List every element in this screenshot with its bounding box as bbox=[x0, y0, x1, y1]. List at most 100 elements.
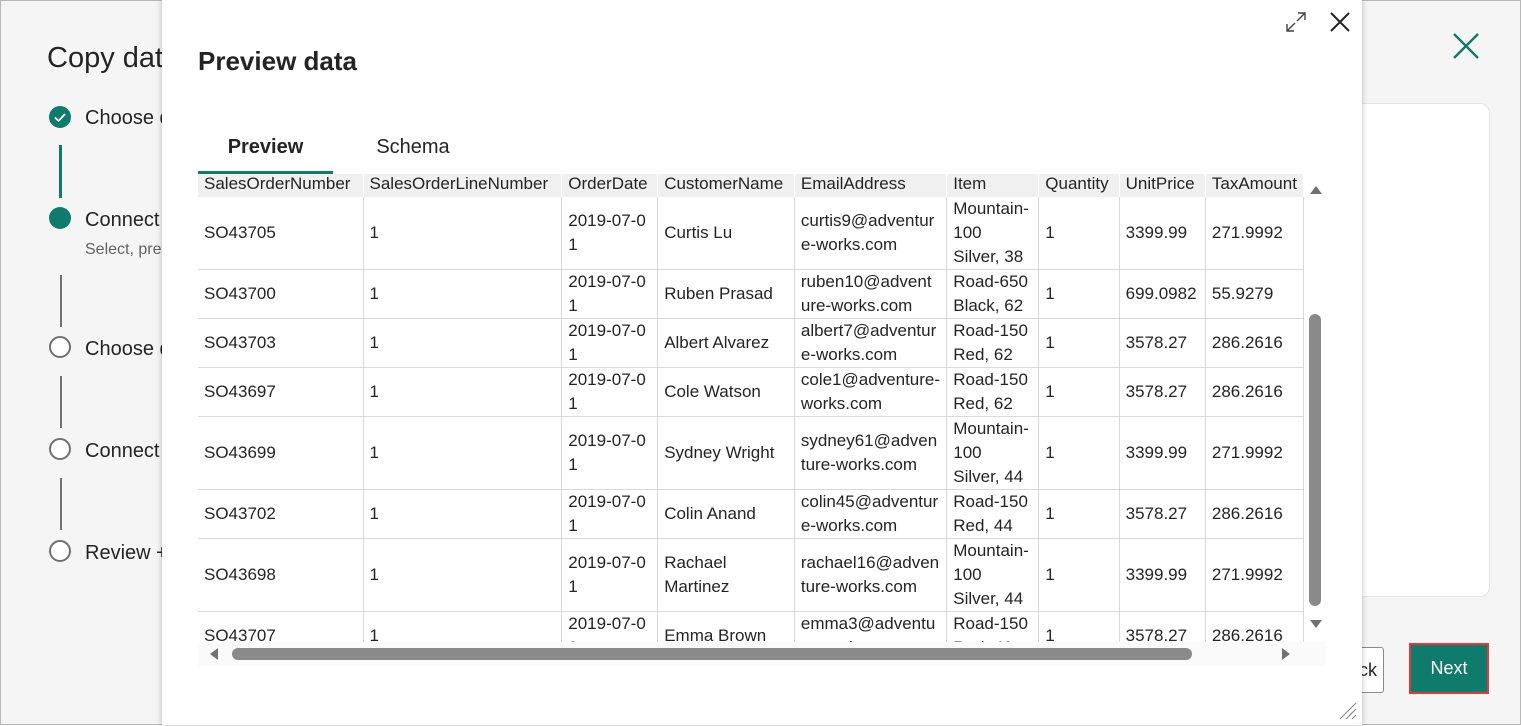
table-cell: 3578.27 bbox=[1119, 367, 1206, 417]
table-cell: 1 bbox=[1038, 489, 1120, 539]
table-cell: SO43698 bbox=[198, 538, 364, 612]
table-cell: SO43707 bbox=[198, 611, 364, 642]
vertical-scrollbar[interactable] bbox=[1304, 174, 1326, 642]
table-cell: 1 bbox=[1038, 367, 1120, 417]
table-cell: Road-150 Red, 62 bbox=[946, 318, 1040, 368]
column-header[interactable]: Quantity bbox=[1038, 174, 1120, 197]
wizard-close-icon[interactable] bbox=[1450, 30, 1482, 62]
table-cell: 55.9279 bbox=[1205, 269, 1304, 319]
wizard-content-card bbox=[1340, 103, 1490, 597]
table-cell: 2019-07-01 bbox=[561, 538, 659, 612]
step-pending-dot bbox=[49, 438, 71, 460]
table-cell: sydney61@adventure-works.com bbox=[794, 416, 948, 490]
table-cell: SO43700 bbox=[198, 269, 364, 319]
preview-grid-viewport[interactable]: SalesOrderNumber SalesOrderLineNumber Or… bbox=[198, 174, 1304, 642]
column-header[interactable]: UnitPrice bbox=[1119, 174, 1206, 197]
wizard-title: Copy data bbox=[47, 42, 180, 74]
step-pending-dot bbox=[49, 336, 71, 358]
table-header-row: SalesOrderNumber SalesOrderLineNumber Or… bbox=[198, 174, 1304, 197]
table-cell: 271.9992 bbox=[1205, 538, 1304, 612]
table-cell: 1 bbox=[363, 269, 563, 319]
preview-data-dialog: Preview data Preview Schema SalesOrderNu… bbox=[162, 0, 1362, 725]
resize-grip-icon[interactable] bbox=[1334, 697, 1358, 721]
table-cell: Mountain-100 Silver, 44 bbox=[946, 538, 1040, 612]
table-cell: 3578.27 bbox=[1119, 489, 1206, 539]
table-cell: 1 bbox=[1038, 197, 1120, 270]
step-done-check-icon bbox=[49, 106, 71, 128]
table-cell: Sydney Wright bbox=[657, 416, 795, 490]
table-cell: 1 bbox=[363, 197, 563, 270]
horizontal-scroll-thumb[interactable] bbox=[232, 648, 1192, 660]
table-cell: 2019-07-01 bbox=[561, 367, 659, 417]
table-cell: 3399.99 bbox=[1119, 197, 1206, 270]
table-cell: SO43703 bbox=[198, 318, 364, 368]
table-cell: 286.2616 bbox=[1205, 318, 1304, 368]
table-cell: 1 bbox=[363, 318, 563, 368]
table-cell: 2019-07-01 bbox=[561, 269, 659, 319]
table-cell: 1 bbox=[1038, 318, 1120, 368]
table-cell: 286.2616 bbox=[1205, 367, 1304, 417]
table-cell: 1 bbox=[1038, 416, 1120, 490]
scroll-left-arrow-icon[interactable] bbox=[210, 648, 218, 660]
close-icon[interactable] bbox=[1328, 10, 1352, 34]
column-header[interactable]: Item bbox=[946, 174, 1040, 197]
table-cell: Curtis Lu bbox=[657, 197, 795, 270]
table-cell: 3399.99 bbox=[1119, 538, 1206, 612]
scroll-up-arrow-icon[interactable] bbox=[1310, 186, 1322, 194]
column-header[interactable]: EmailAddress bbox=[794, 174, 948, 197]
table-cell: SO43702 bbox=[198, 489, 364, 539]
horizontal-scrollbar[interactable] bbox=[198, 642, 1326, 666]
scroll-down-arrow-icon[interactable] bbox=[1310, 620, 1322, 628]
expand-icon[interactable] bbox=[1284, 10, 1308, 34]
table-row[interactable]: SO43702 1 2019-07-01 Colin Anand colin45@adv… bbox=[198, 489, 1304, 539]
table-cell: albert7@adventure-works.com bbox=[794, 318, 948, 368]
table-cell: 1 bbox=[1038, 538, 1120, 612]
table-cell: cole1@adventure-works.com bbox=[794, 367, 948, 417]
table-row[interactable]: SO43697 1 2019-07-01 Cole Watson cole1@adven… bbox=[198, 367, 1304, 417]
column-header[interactable]: TaxAmount bbox=[1205, 174, 1304, 197]
step-pending-dot bbox=[49, 540, 71, 562]
table-cell: colin45@adventure-works.com bbox=[794, 489, 948, 539]
table-cell: rachael16@adventure-works.com bbox=[794, 538, 948, 612]
vertical-scroll-thumb[interactable] bbox=[1309, 314, 1321, 606]
table-cell: SO43699 bbox=[198, 416, 364, 490]
column-header[interactable]: CustomerName bbox=[657, 174, 795, 197]
table-cell: 3399.99 bbox=[1119, 416, 1206, 490]
table-row[interactable]: SO43699 1 2019-07-01 Sydney Wright sydney61@… bbox=[198, 416, 1304, 490]
step-connector bbox=[60, 478, 62, 530]
preview-table: SalesOrderNumber SalesOrderLineNumber Or… bbox=[198, 174, 1304, 642]
table-cell: 286.2616 bbox=[1205, 611, 1304, 642]
preview-tabs: Preview Schema bbox=[198, 130, 493, 174]
table-cell: Albert Alvarez bbox=[657, 318, 795, 368]
column-header[interactable]: SalesOrderLineNumber bbox=[363, 174, 563, 197]
tab-preview[interactable]: Preview bbox=[198, 130, 333, 174]
table-cell: Colin Anand bbox=[657, 489, 795, 539]
table-cell: 3578.27 bbox=[1119, 318, 1206, 368]
table-cell: emma3@adventure-works.com bbox=[794, 611, 948, 642]
step-connector bbox=[60, 376, 62, 428]
table-cell: Cole Watson bbox=[657, 367, 795, 417]
table-cell: Mountain-100 Silver, 44 bbox=[946, 416, 1040, 490]
scroll-right-arrow-icon[interactable] bbox=[1282, 648, 1290, 660]
table-cell: 286.2616 bbox=[1205, 489, 1304, 539]
table-cell: curtis9@adventure-works.com bbox=[794, 197, 948, 270]
column-header[interactable]: OrderDate bbox=[561, 174, 659, 197]
table-cell: 1 bbox=[363, 489, 563, 539]
table-cell: 1 bbox=[363, 611, 563, 642]
tab-schema[interactable]: Schema bbox=[333, 130, 493, 174]
table-row[interactable]: SO4370712019-07-02Emma Brownemma3@advent… bbox=[198, 611, 1304, 642]
table-cell: Mountain-100 Silver, 38 bbox=[946, 197, 1040, 270]
step-connector bbox=[60, 275, 62, 327]
table-cell: 699.0982 bbox=[1119, 269, 1206, 319]
table-row[interactable]: SO43700 1 2019-07-01 Ruben Prasad ruben10@ad… bbox=[198, 269, 1304, 319]
column-header[interactable]: SalesOrderNumber bbox=[198, 174, 364, 197]
table-cell: ruben10@adventure-works.com bbox=[794, 269, 948, 319]
table-cell: Emma Brown bbox=[657, 611, 795, 642]
table-row[interactable]: SO43705 1 2019-07-01 Curtis Lu curtis9@adven… bbox=[198, 197, 1304, 270]
table-cell: Rachael Martinez bbox=[657, 538, 795, 612]
next-button[interactable]: Next bbox=[1409, 643, 1489, 694]
table-cell: 1 bbox=[363, 538, 563, 612]
table-row[interactable]: SO43703 1 2019-07-01 Albert Alvarez albert7@… bbox=[198, 318, 1304, 368]
table-cell: 2019-07-02 bbox=[561, 611, 659, 642]
table-row[interactable]: SO43698 1 2019-07-01 Rachael Martinez rachae… bbox=[198, 538, 1304, 612]
